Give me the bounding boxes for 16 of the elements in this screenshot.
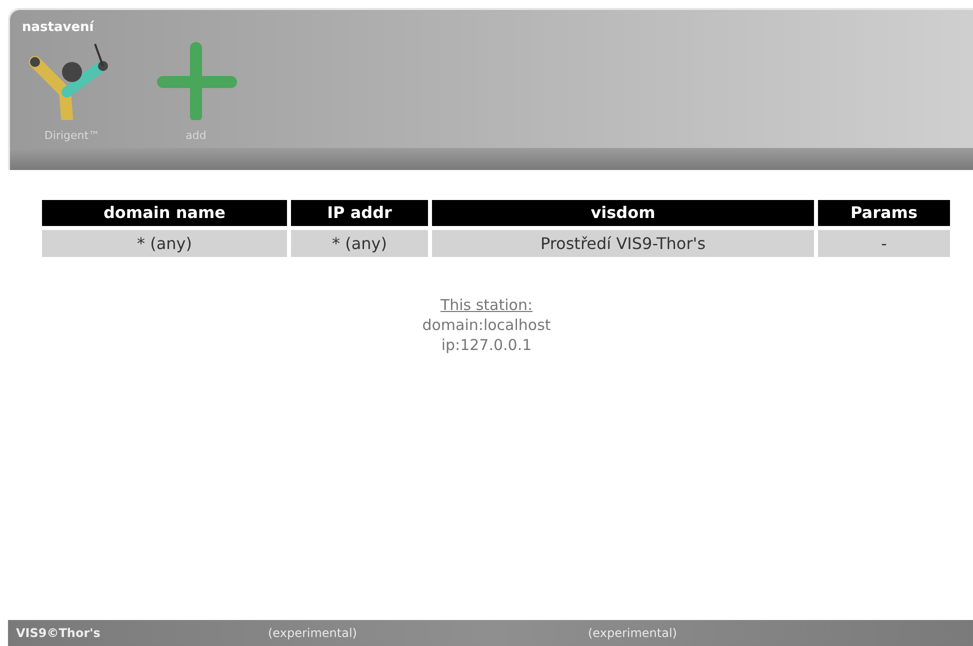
- toolbar-tool[interactable]: Dirigent™: [22, 42, 122, 148]
- station-info: ip:127.0.0.1: [441, 335, 532, 355]
- panel-title: nastavení: [21, 19, 96, 37]
- station-heading: This station:: [440, 295, 533, 315]
- station-info: domain:localhost: [422, 315, 551, 335]
- column-header: Params: [818, 200, 950, 226]
- footer-note: (experimental): [268, 625, 358, 642]
- table-cell: -: [818, 230, 950, 257]
- footer-note: (experimental): [588, 625, 678, 642]
- table-cell: * (any): [291, 230, 428, 257]
- footer-brand: VIS9©Thor's: [15, 625, 102, 642]
- table-cell: Prostředí VIS9-Thor's: [432, 230, 814, 257]
- column-header: IP addr: [291, 200, 428, 226]
- table-cell: * (any): [42, 230, 287, 257]
- column-header: visdom: [432, 200, 814, 226]
- column-header: domain name: [42, 200, 287, 226]
